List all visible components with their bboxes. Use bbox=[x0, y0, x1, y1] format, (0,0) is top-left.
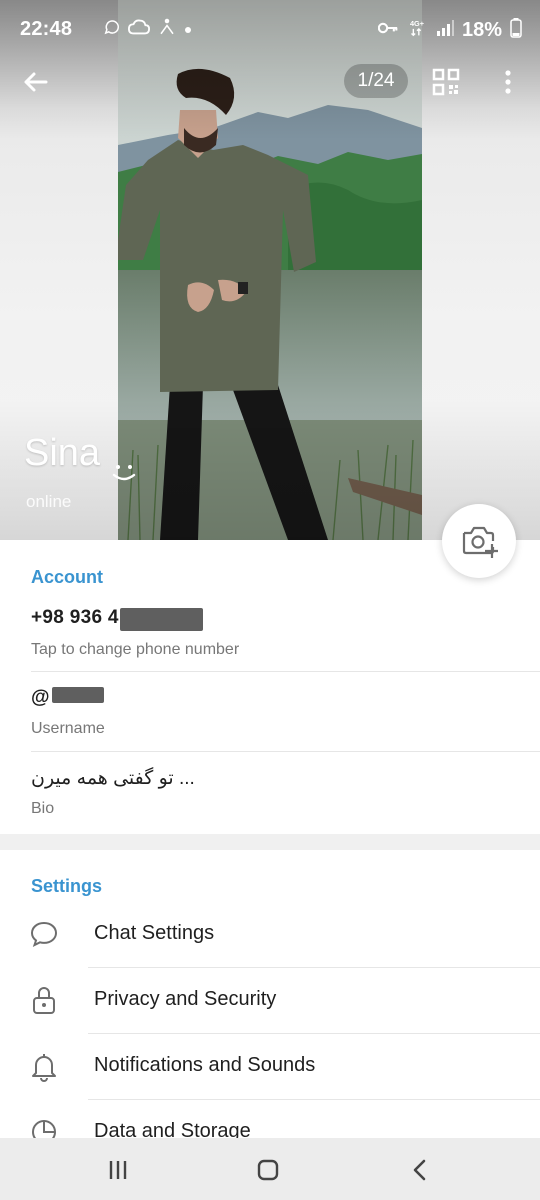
setting-label: Notifications and Sounds bbox=[94, 1054, 316, 1076]
profile-name: Sina bbox=[24, 432, 101, 474]
signal-icon bbox=[436, 19, 454, 42]
phone-label: Tap to change phone number bbox=[31, 641, 240, 658]
set-photo-button[interactable] bbox=[442, 504, 516, 578]
bio-label: Bio bbox=[31, 800, 55, 817]
divider bbox=[31, 671, 540, 672]
username-row[interactable]: @ Username bbox=[0, 682, 540, 752]
dot-icon bbox=[184, 21, 192, 39]
phone-row[interactable]: +98 936 4 Tap to change phone number bbox=[0, 602, 540, 672]
lock-icon bbox=[28, 984, 60, 1016]
smile-icon bbox=[108, 455, 140, 487]
camera-add-icon bbox=[462, 526, 498, 558]
account-title: Account bbox=[31, 567, 103, 587]
online-status: online bbox=[26, 492, 72, 511]
more-options-button[interactable] bbox=[500, 68, 516, 96]
home-button[interactable] bbox=[254, 1156, 282, 1184]
username-redaction bbox=[52, 687, 104, 703]
bio-row[interactable]: تو گفتی همه میرن ... Bio bbox=[0, 762, 540, 834]
status-time: 22:48 bbox=[20, 18, 73, 40]
setting-privacy-security[interactable]: Privacy and Security bbox=[0, 968, 540, 1034]
status-bar: 22:48 4G+ 18% bbox=[0, 0, 540, 60]
qr-code-button[interactable] bbox=[432, 68, 460, 96]
settings-title: Settings bbox=[31, 876, 103, 896]
svg-text:4G+: 4G+ bbox=[410, 19, 424, 28]
section-gap bbox=[0, 834, 540, 850]
arrow-left-icon bbox=[24, 72, 48, 92]
username-label: Username bbox=[31, 720, 105, 737]
setting-chat-settings[interactable]: Chat Settings bbox=[0, 902, 540, 968]
whatsapp-icon bbox=[102, 18, 120, 41]
home-icon bbox=[257, 1159, 279, 1181]
username: @ bbox=[31, 687, 50, 708]
setting-data-storage[interactable]: Data and Storage bbox=[0, 1100, 540, 1138]
battery-percent: 18% bbox=[461, 19, 502, 41]
system-navigation-bar bbox=[0, 1138, 540, 1200]
network-icon: 4G+ bbox=[406, 18, 428, 43]
status-right-icons: 4G+ 18% bbox=[377, 18, 522, 43]
recent-apps-icon bbox=[109, 1161, 127, 1179]
settings-section: Settings Chat Settings Privacy and Secur… bbox=[0, 850, 540, 1138]
phone-redaction bbox=[120, 608, 203, 631]
chat-icon bbox=[28, 918, 60, 950]
setting-label: Privacy and Security bbox=[94, 988, 277, 1010]
setting-label: Data and Storage bbox=[94, 1120, 251, 1138]
more-vertical-icon bbox=[505, 70, 511, 94]
battery-icon bbox=[510, 18, 522, 43]
status-left-icons bbox=[102, 18, 192, 41]
photo-counter: 1/24 bbox=[344, 64, 408, 98]
app-bar: 1/24 bbox=[0, 54, 540, 110]
bio: تو گفتی همه میرن ... bbox=[31, 768, 195, 789]
setting-notifications-sounds[interactable]: Notifications and Sounds bbox=[0, 1034, 540, 1100]
cloud-icon bbox=[127, 18, 151, 41]
divider bbox=[31, 751, 540, 752]
account-section: Account +98 936 4 Tap to change phone nu… bbox=[0, 540, 540, 834]
back-button[interactable] bbox=[20, 66, 52, 98]
back-icon bbox=[413, 1159, 426, 1181]
phone-number: +98 936 4 bbox=[31, 607, 119, 628]
setting-label: Chat Settings bbox=[94, 922, 215, 944]
accessibility-icon bbox=[158, 18, 176, 41]
bell-icon bbox=[28, 1050, 60, 1082]
qr-icon bbox=[432, 68, 460, 96]
data-icon bbox=[28, 1116, 60, 1138]
recent-apps-button[interactable] bbox=[104, 1156, 132, 1184]
key-icon bbox=[377, 20, 398, 41]
back-nav-button[interactable] bbox=[406, 1156, 434, 1184]
